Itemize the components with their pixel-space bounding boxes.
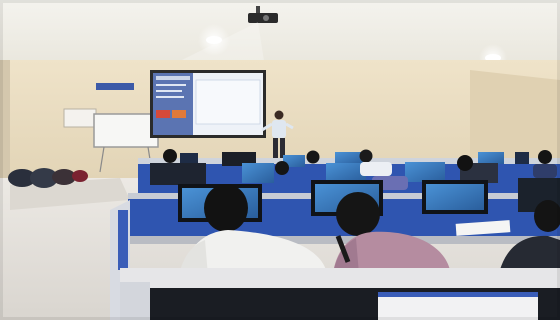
notice-board bbox=[63, 108, 97, 128]
projection-screen bbox=[150, 70, 266, 138]
photo-canvas bbox=[0, 0, 560, 320]
front-row-desks bbox=[120, 268, 560, 320]
classroom-photo bbox=[0, 0, 560, 320]
desk-side-accent bbox=[118, 210, 128, 270]
wall-sign bbox=[96, 83, 134, 90]
